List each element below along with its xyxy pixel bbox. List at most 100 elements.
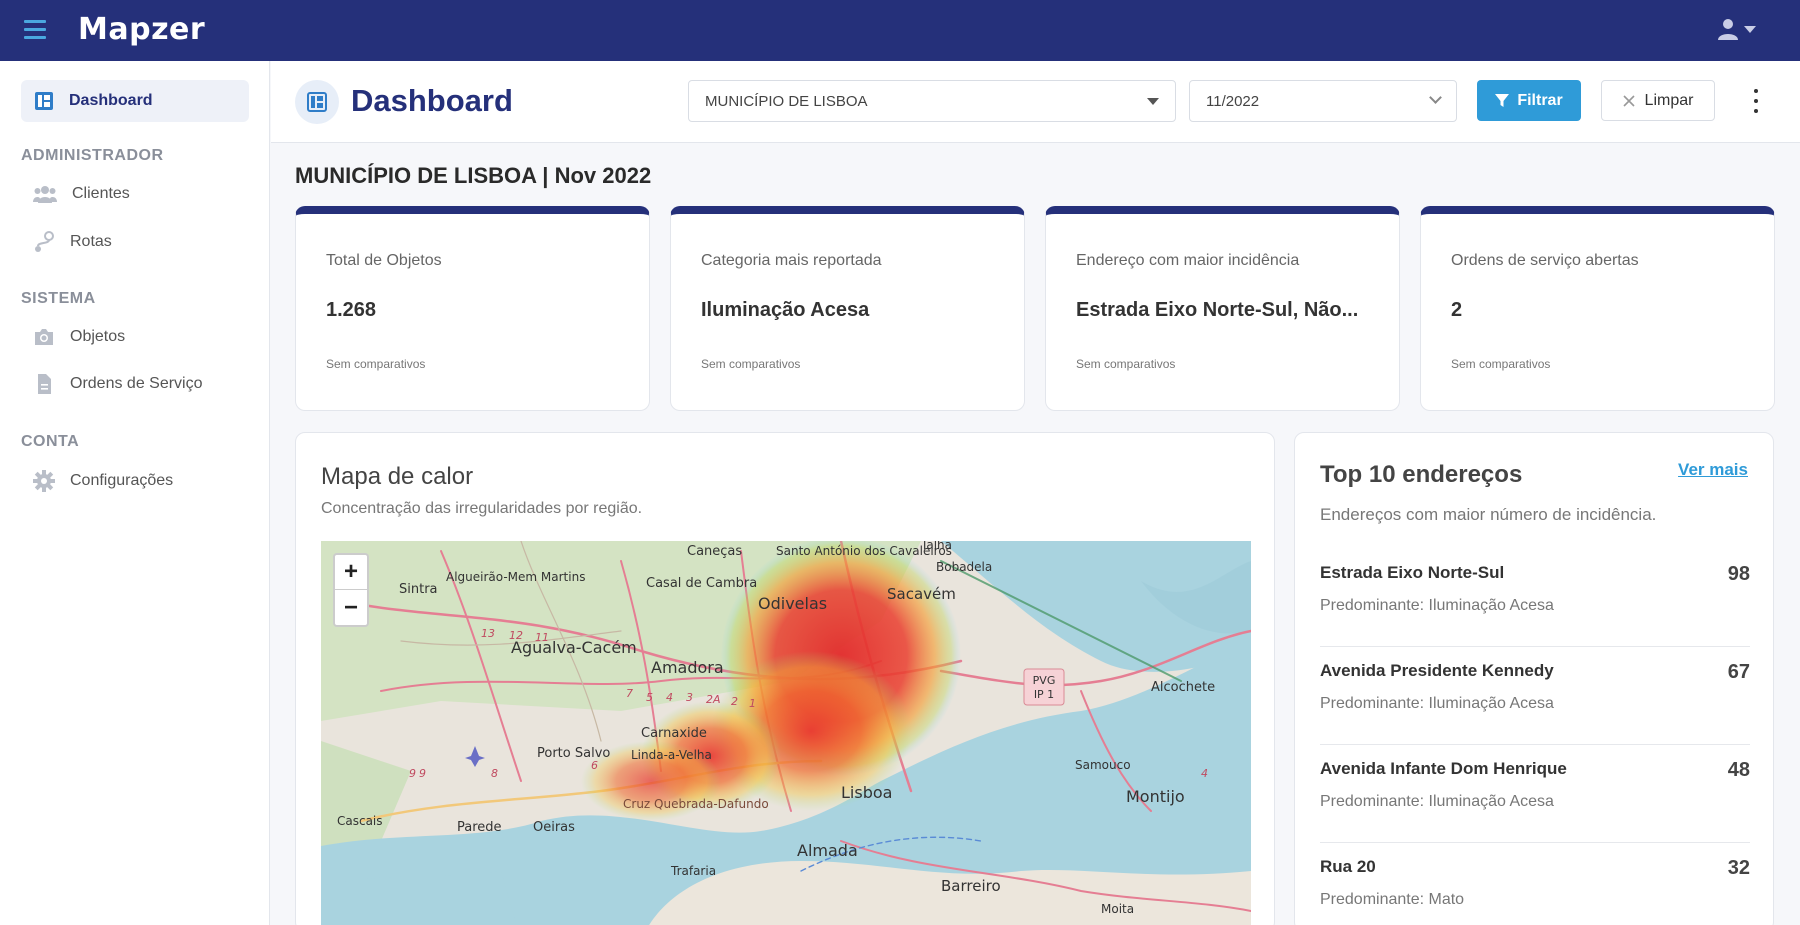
kpi-compare: Sem comparativos [1076,357,1176,371]
app-logo[interactable]: Mapzer [78,12,205,47]
list-item[interactable]: Estrada Eixo Norte-Sul Predominante: Ilu… [1320,549,1750,647]
place-label: Amadora [651,658,724,677]
kpi-value: Iluminação Acesa [701,299,870,321]
municipality-select[interactable]: MUNICÍPIO DE LISBOA [688,80,1176,122]
place-label: Lisboa [841,783,892,802]
see-more-link[interactable]: Ver mais [1678,460,1748,480]
chevron-down-icon [1429,91,1442,104]
date-select[interactable]: 11/2022 [1189,80,1457,122]
sidebar-item-rotas[interactable]: Rotas [33,231,112,253]
sidebar-item-label: Ordens de Serviço [70,375,203,392]
place-label: Sintra [399,582,438,597]
heatmap-map[interactable]: Caneças Santo António dos Cavaleiros Tal… [321,541,1251,925]
dashboard-icon [295,80,339,124]
kpi-compare: Sem comparativos [1451,357,1551,371]
road-number: 13 [481,627,495,640]
svg-text:IP 1: IP 1 [1034,688,1054,701]
road-number: 2 [731,695,738,708]
more-options-icon[interactable] [1750,89,1762,113]
sidebar-item-ordens[interactable]: Ordens de Serviço [33,374,203,394]
list-item[interactable]: Avenida Presidente Kennedy Predominante:… [1320,647,1750,745]
road-number: 2A [706,693,721,706]
kpi-card-address: Endereço com maior incidência Estrada Ei… [1045,206,1400,411]
kpi-card-total: Total de Objetos 1.268 Sem comparativos [295,206,650,411]
place-label: Carnaxide [641,726,707,741]
filter-button-label: Filtrar [1517,91,1563,109]
sidebar-item-label: Clientes [72,185,130,202]
clear-button[interactable]: Limpar [1601,80,1715,121]
place-label: Porto Salvo [537,746,610,761]
place-label: Barreiro [941,877,1001,895]
place-label: Montijo [1126,787,1185,806]
close-icon [1622,94,1635,107]
document-icon [38,374,51,394]
list-item[interactable]: Rua 20 Predominante: Mato 32 [1320,843,1750,925]
place-label: Cascais [337,814,383,828]
menu-icon[interactable] [24,20,46,40]
address-predominant: Predominante: Iluminação Acesa [1320,793,1554,810]
caret-down-icon [1147,98,1159,105]
top10-panel: Top 10 endereços Ver mais Endereços com … [1294,432,1774,925]
place-label: Linda-a-Velha [631,748,712,762]
place-label: Oeiras [533,820,575,835]
place-label: Trafaria [670,864,716,878]
place-label: Sacavém [887,585,956,603]
list-item[interactable]: Avenida Infante Dom Henrique Predominant… [1320,745,1750,843]
user-menu[interactable] [1718,18,1756,40]
kpi-value: 1.268 [326,299,377,321]
top10-title: Top 10 endereços [1320,461,1523,488]
map-canvas[interactable]: Caneças Santo António dos Cavaleiros Tal… [321,541,1251,925]
road-number: 3 [686,691,693,704]
sidebar-section-conta: CONTA [21,433,80,450]
address-name: Avenida Presidente Kennedy [1320,661,1554,680]
sidebar: Dashboard ADMINISTRADOR Clientes Rotas S… [0,61,270,925]
date-select-value: 11/2022 [1206,92,1260,110]
kpi-card-category: Categoria mais reportada Iluminação Aces… [670,206,1025,411]
sidebar-item-dashboard[interactable]: Dashboard [21,80,249,122]
users-icon [33,186,57,203]
top10-description: Endereços com maior número de incidência… [1320,505,1657,524]
sidebar-item-clientes[interactable]: Clientes [33,185,130,203]
sidebar-item-configuracoes[interactable]: Configurações [33,470,173,492]
chevron-down-icon [1744,25,1756,33]
user-icon [1718,19,1738,40]
municipality-select-value: MUNICÍPIO DE LISBOA [705,92,868,110]
sidebar-item-label: Configurações [70,472,174,489]
sidebar-item-objetos[interactable]: Objetos [33,328,125,346]
camera-icon [35,329,53,345]
zoom-out-button[interactable]: − [335,590,367,625]
road-number: 4 [666,691,673,704]
address-name: Avenida Infante Dom Henrique [1320,759,1567,778]
svg-text:PVG: PVG [1033,674,1056,687]
sidebar-section-administrador: ADMINISTRADOR [21,147,164,164]
address-count: 67 [1727,661,1750,683]
road-number: 9 [419,767,426,780]
kpi-compare: Sem comparativos [326,357,426,371]
place-label: Parede [457,820,502,835]
road-number: 4 [1201,767,1208,780]
zoom-in-button[interactable]: + [335,555,367,590]
route-icon [35,231,54,252]
kpi-label: Endereço com maior incidência [1076,252,1300,269]
kpi-value: 2 [1451,299,1463,321]
road-number: 7 [626,687,633,700]
heatmap-panel: Mapa de calor Concentração das irregular… [295,432,1275,925]
address-count: 32 [1727,857,1750,879]
place-label: Caneças [687,544,742,559]
address-name: Rua 20 [1320,857,1376,876]
place-label: Agualva-Cacém [511,638,637,657]
sidebar-item-label: Objetos [70,328,126,345]
kpi-label: Total de Objetos [326,252,442,269]
road-number: 1 [749,697,756,710]
clear-button-label: Limpar [1644,91,1694,109]
sidebar-item-label: Rotas [70,233,112,250]
sidebar-item-label: Dashboard [69,92,153,109]
zoom-control: + − [333,553,369,627]
address-predominant: Predominante: Iluminação Acesa [1320,695,1554,712]
kpi-label: Ordens de serviço abertas [1451,252,1639,269]
filter-button[interactable]: Filtrar [1477,80,1581,121]
road-number: 11 [535,631,549,644]
road-number: 8 [491,767,498,780]
filter-icon [1495,93,1510,107]
address-predominant: Predominante: Iluminação Acesa [1320,597,1554,614]
